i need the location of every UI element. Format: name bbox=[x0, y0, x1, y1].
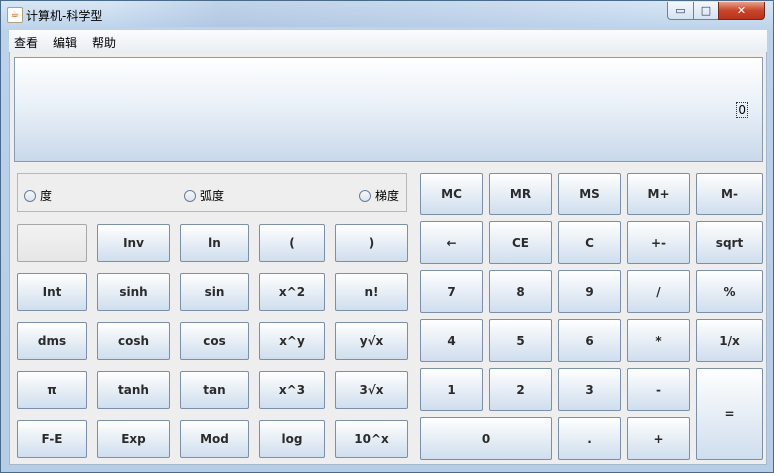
reciprocal-button[interactable]: 1/x bbox=[696, 319, 763, 362]
cube-root-button[interactable]: 3√x bbox=[335, 371, 408, 409]
subtract-button[interactable]: - bbox=[627, 368, 690, 411]
inv-button[interactable]: Inv bbox=[97, 224, 170, 262]
backspace-button[interactable]: ← bbox=[420, 221, 483, 264]
close-button[interactable]: ✕ bbox=[718, 2, 765, 20]
ms-button[interactable]: MS bbox=[558, 173, 621, 215]
cosh-button[interactable]: cosh bbox=[97, 322, 170, 360]
divide-button[interactable]: / bbox=[627, 270, 690, 313]
menu-view[interactable]: 查看 bbox=[14, 34, 38, 51]
percent-button[interactable]: % bbox=[696, 270, 763, 313]
cos-button[interactable]: cos bbox=[180, 322, 249, 360]
sqrt-button[interactable]: sqrt bbox=[696, 221, 763, 264]
radio-circle-icon bbox=[359, 189, 371, 202]
digit-8-button[interactable]: 8 bbox=[489, 270, 552, 313]
c-button[interactable]: C bbox=[558, 221, 621, 264]
m-plus-button[interactable]: M+ bbox=[627, 173, 690, 215]
mc-button[interactable]: MC bbox=[420, 173, 483, 215]
radio-circle-icon bbox=[24, 189, 36, 202]
negate-button[interactable]: +- bbox=[627, 221, 690, 264]
display-value: 0 bbox=[736, 102, 748, 118]
int-button[interactable]: Int bbox=[17, 273, 87, 311]
sinh-button[interactable]: sinh bbox=[97, 273, 170, 311]
tan-button[interactable]: tan bbox=[180, 371, 249, 409]
m-minus-button[interactable]: M- bbox=[696, 173, 763, 215]
title-bar[interactable]: ☕ 计算机-科学型 ▭ □ ✕ bbox=[1, 1, 773, 28]
fe-button[interactable]: F-E bbox=[17, 420, 87, 458]
radio-circle-icon bbox=[184, 189, 196, 202]
maximize-button[interactable]: □ bbox=[693, 2, 719, 20]
cube-button[interactable]: x^3 bbox=[259, 371, 325, 409]
ln-button[interactable]: ln bbox=[180, 224, 249, 262]
menu-edit[interactable]: 编辑 bbox=[53, 34, 77, 51]
sin-button[interactable]: sin bbox=[180, 273, 249, 311]
ce-button[interactable]: CE bbox=[489, 221, 552, 264]
calculator-body: 0 度 弧度 梯度 Inv ln ( ) Int sinh sin x^2 n! bbox=[9, 52, 767, 465]
square-button[interactable]: x^2 bbox=[259, 273, 325, 311]
multiply-button[interactable]: * bbox=[627, 319, 690, 362]
mr-button[interactable]: MR bbox=[489, 173, 552, 215]
tanh-button[interactable]: tanh bbox=[97, 371, 170, 409]
angle-unit-group: 度 弧度 梯度 bbox=[17, 173, 407, 212]
radio-radians[interactable]: 弧度 bbox=[184, 187, 224, 204]
digit-1-button[interactable]: 1 bbox=[420, 368, 483, 411]
radio-gradians[interactable]: 梯度 bbox=[359, 187, 399, 204]
blank-button bbox=[17, 224, 87, 262]
radio-radians-label: 弧度 bbox=[200, 189, 225, 203]
background-window-blur bbox=[111, 1, 661, 27]
java-coffee-icon[interactable]: ☕ bbox=[7, 7, 23, 23]
digit-3-button[interactable]: 3 bbox=[558, 368, 621, 411]
decimal-button[interactable]: . bbox=[558, 417, 621, 460]
radio-degrees-label: 度 bbox=[40, 189, 53, 203]
digit-9-button[interactable]: 9 bbox=[558, 270, 621, 313]
add-button[interactable]: + bbox=[627, 417, 690, 460]
mod-button[interactable]: Mod bbox=[180, 420, 249, 458]
minimize-button[interactable]: ▭ bbox=[667, 2, 694, 20]
digit-6-button[interactable]: 6 bbox=[558, 319, 621, 362]
equals-button[interactable]: = bbox=[696, 368, 763, 460]
result-display: 0 bbox=[14, 57, 763, 162]
close-paren-button[interactable]: ) bbox=[335, 224, 408, 262]
log-button[interactable]: log bbox=[259, 420, 325, 458]
digit-0-button[interactable]: 0 bbox=[420, 417, 552, 460]
menu-bar: 查看 编辑 帮助 bbox=[9, 30, 767, 53]
digit-2-button[interactable]: 2 bbox=[489, 368, 552, 411]
calculator-window: ☕ 计算机-科学型 ▭ □ ✕ 查看 编辑 帮助 0 度 弧度 梯度 Inv l… bbox=[0, 0, 774, 473]
digit-4-button[interactable]: 4 bbox=[420, 319, 483, 362]
factorial-button[interactable]: n! bbox=[335, 273, 408, 311]
radio-degrees[interactable]: 度 bbox=[24, 187, 52, 204]
root-y-button[interactable]: y√x bbox=[335, 322, 408, 360]
open-paren-button[interactable]: ( bbox=[259, 224, 325, 262]
window-title: 计算机-科学型 bbox=[26, 9, 103, 23]
exp-button[interactable]: Exp bbox=[97, 420, 170, 458]
radio-gradians-label: 梯度 bbox=[375, 189, 400, 203]
digit-7-button[interactable]: 7 bbox=[420, 270, 483, 313]
digit-5-button[interactable]: 5 bbox=[489, 319, 552, 362]
pi-button[interactable]: π bbox=[17, 371, 87, 409]
power-button[interactable]: x^y bbox=[259, 322, 325, 360]
menu-help[interactable]: 帮助 bbox=[92, 34, 116, 51]
dms-button[interactable]: dms bbox=[17, 322, 87, 360]
ten-power-button[interactable]: 10^x bbox=[335, 420, 408, 458]
